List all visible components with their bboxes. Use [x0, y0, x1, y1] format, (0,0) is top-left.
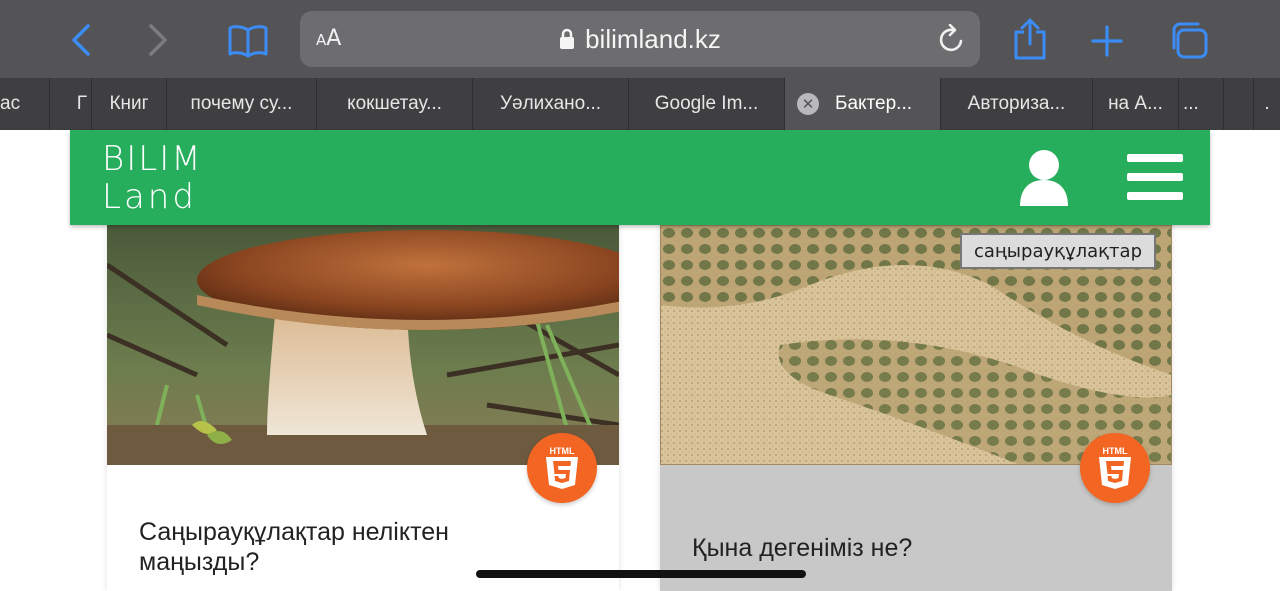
tab-label: . — [1264, 93, 1270, 114]
tab[interactable]: Г — [50, 78, 92, 130]
card-title[interactable]: Қына дегеніміз не? — [692, 533, 1112, 563]
tab[interactable]: кокшетау... — [317, 78, 473, 130]
tab-label: Бактер... — [835, 93, 913, 114]
tab-label: Книг — [109, 93, 149, 114]
svg-text:HTML: HTML — [1103, 446, 1128, 456]
bookmarks-icon[interactable] — [226, 22, 270, 58]
home-indicator[interactable] — [476, 570, 806, 578]
site-header: BILIM Land — [70, 130, 1210, 225]
user-icon[interactable] — [1018, 148, 1070, 213]
tab[interactable]: Книг — [92, 78, 167, 130]
tab[interactable] — [1224, 78, 1254, 130]
tab-label: Уәлихано... — [499, 93, 602, 114]
tab-label: Г — [76, 93, 87, 114]
hamburger-menu-icon[interactable] — [1125, 152, 1185, 209]
lesson-card[interactable]: HTML Саңырауқұлақтар неліктен маңызды? — [107, 225, 619, 591]
tab-bar: ас Г Книг почему су... кокшетау... Уәлих… — [0, 78, 1280, 130]
tab[interactable]: Уәлихано... — [473, 78, 629, 130]
new-tab-icon[interactable] — [1090, 24, 1124, 58]
tab-label: на А... — [1108, 93, 1163, 114]
address-bar[interactable]: AAAA bilimland.kz — [300, 11, 980, 67]
logo-line-2: Land — [102, 177, 197, 217]
svg-text:HTML: HTML — [550, 446, 575, 456]
back-icon[interactable] — [66, 22, 96, 58]
card-title[interactable]: Саңырауқұлақтар неліктен маңызды? — [139, 517, 559, 577]
lichen-micro-photo[interactable]: саңырауқұлақтар — [660, 225, 1172, 465]
logo-line-1: BILIM — [102, 139, 203, 179]
tab-label: Авториза... — [967, 93, 1066, 114]
tab[interactable]: почему су... — [167, 78, 317, 130]
tab[interactable]: ... — [1179, 78, 1224, 130]
tab-label: кокшетау... — [347, 93, 442, 114]
image-caption-label: саңырауқұлақтар — [960, 233, 1156, 269]
tab-active[interactable]: ✕ Бактер... — [785, 78, 941, 130]
tab[interactable]: Авториза... — [941, 78, 1093, 130]
lock-icon — [559, 26, 575, 57]
browser-toolbar: AAAA bilimland.kz — [0, 0, 1280, 78]
html5-badge-icon: HTML — [1080, 433, 1150, 503]
tab[interactable]: Google Im... — [629, 78, 785, 130]
forward-icon[interactable] — [143, 22, 173, 58]
tab-label: Google Im... — [654, 93, 759, 114]
url-text: bilimland.kz — [585, 24, 721, 54]
tab-label: ... — [1183, 93, 1199, 114]
bilimland-logo[interactable]: BILIM Land — [102, 140, 203, 216]
close-tab-icon[interactable]: ✕ — [797, 93, 819, 115]
tabs-overview-icon[interactable] — [1168, 20, 1210, 60]
mushroom-photo[interactable] — [107, 225, 619, 465]
tab-label: почему су... — [190, 93, 293, 114]
html5-badge-icon: HTML — [527, 433, 597, 503]
tab-label: ас — [0, 93, 21, 114]
tab[interactable]: . — [1254, 78, 1280, 130]
tab[interactable]: на А... — [1093, 78, 1179, 130]
reload-icon[interactable] — [938, 23, 966, 59]
share-icon[interactable] — [1012, 18, 1048, 60]
tab[interactable]: ас — [0, 78, 50, 130]
lesson-card[interactable]: саңырауқұлақтар HTML Қына дегеніміз не? — [660, 225, 1172, 591]
